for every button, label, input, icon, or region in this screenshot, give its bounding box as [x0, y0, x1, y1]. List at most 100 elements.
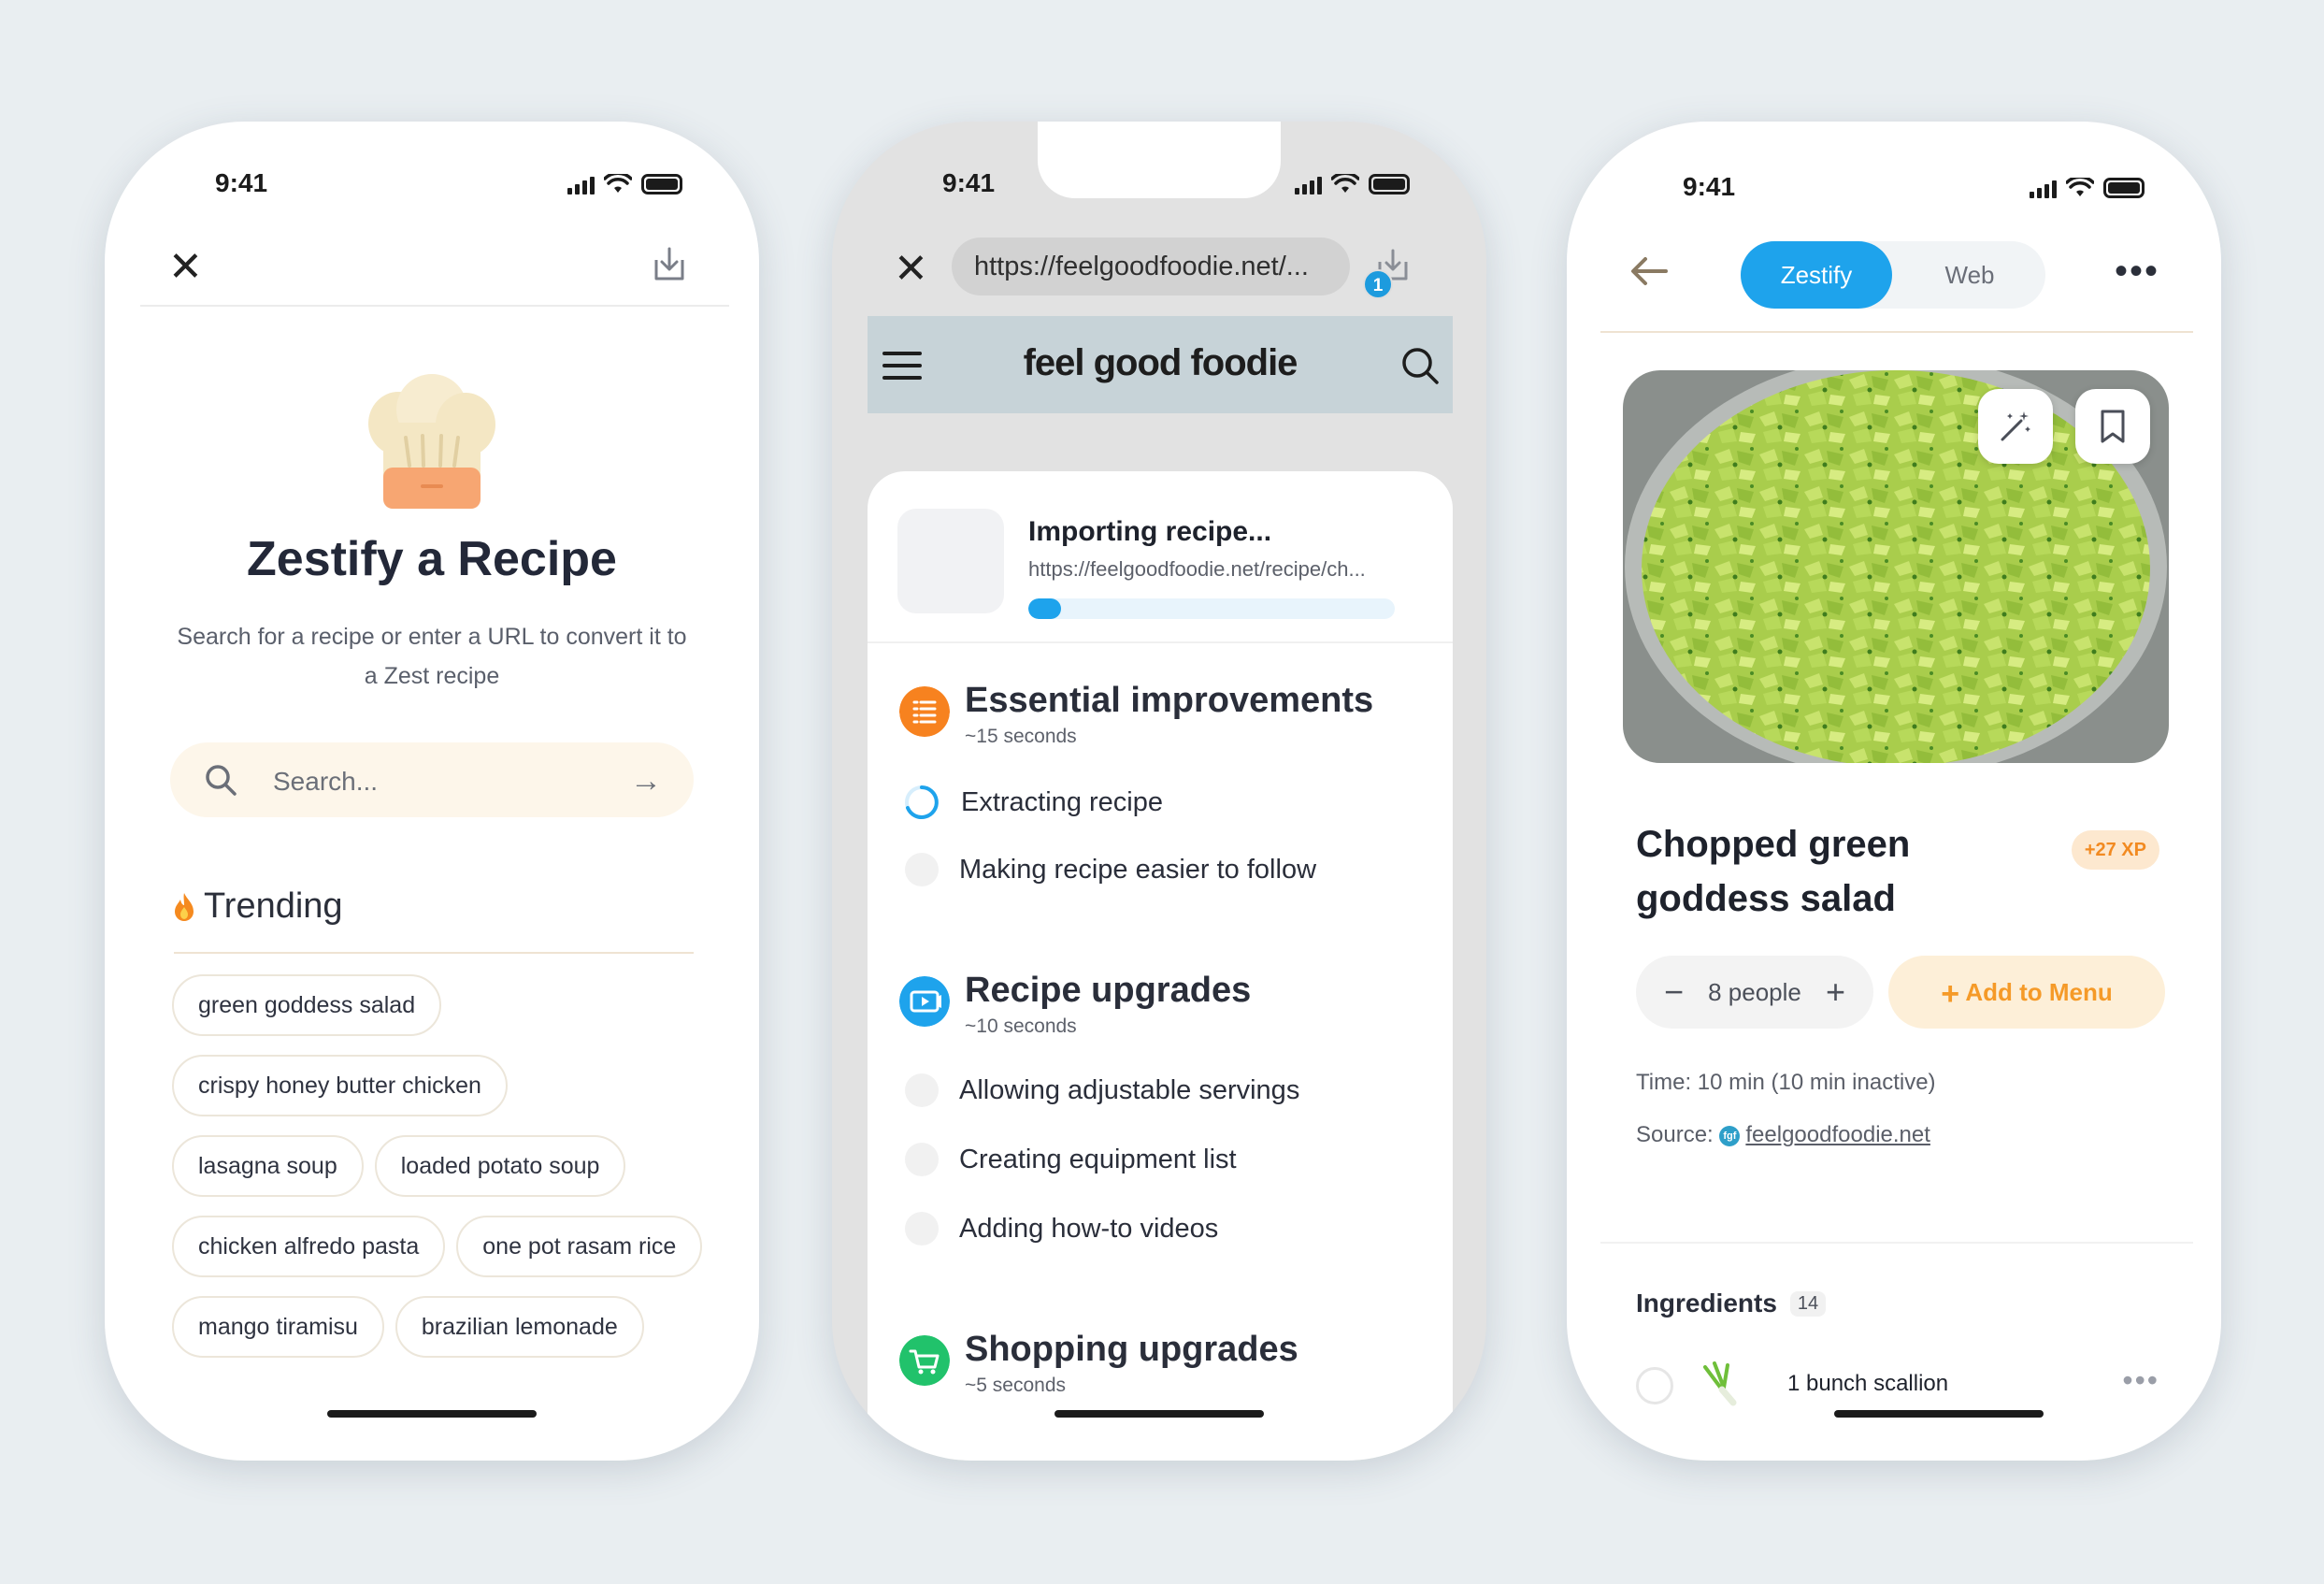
section-title: Shopping upgrades: [965, 1330, 1298, 1369]
page-subtitle: Search for a recipe or enter a URL to co…: [177, 624, 687, 689]
import-progress-fill: [1028, 598, 1062, 619]
bookmark-icon: [2101, 410, 2125, 443]
step-label: Adding how-to videos: [959, 1213, 1219, 1244]
step-item: Allowing adjustable servings: [905, 1073, 1299, 1107]
search-icon[interactable]: [1400, 346, 1440, 385]
search-bar[interactable]: →: [170, 742, 694, 817]
shopping-cart-icon: [899, 1335, 950, 1386]
tab-zestify[interactable]: Zestify: [1741, 241, 1892, 309]
search-input[interactable]: [273, 763, 591, 800]
trending-chip[interactable]: one pot rasam rice: [456, 1216, 703, 1277]
battery-icon: [1369, 174, 1410, 194]
section-time: ~5 seconds: [965, 1375, 1066, 1396]
header-divider: [140, 305, 729, 307]
import-progress-bar: [1028, 598, 1395, 619]
status-time: 9:41: [1683, 172, 1736, 201]
ingredient-row: 1 bunch scallion •••: [1636, 1360, 2159, 1408]
download-icon[interactable]: [651, 243, 688, 284]
tab-web[interactable]: Web: [1894, 241, 2045, 309]
url-bar[interactable]: https://feelgoodfoodie.net/...: [952, 238, 1350, 295]
recipe-thumbnail-placeholder: [897, 509, 1004, 613]
magic-wand-button[interactable]: [1978, 389, 2053, 464]
close-icon[interactable]: ✕: [168, 243, 203, 291]
trending-chip[interactable]: crispy honey butter chicken: [172, 1055, 508, 1116]
recipe-title: Chopped green goddess salad: [1636, 824, 1911, 919]
bookmark-button[interactable]: [2075, 389, 2150, 464]
signal-icon: [1295, 174, 1322, 194]
step-label: Allowing adjustable servings: [959, 1074, 1300, 1105]
ingredients-label: Ingredients: [1636, 1289, 1777, 1318]
servings-value: 8 people: [1708, 977, 1801, 1006]
ingredients-count: 14: [1789, 1290, 1827, 1317]
flame-icon: [175, 892, 194, 921]
pending-dot-icon: [905, 1212, 939, 1246]
trending-chip[interactable]: loaded potato soup: [374, 1135, 626, 1197]
recipe-time: Time: 10 min (10 min inactive): [1636, 1070, 1936, 1095]
step-label: Making recipe easier to follow: [959, 854, 1317, 885]
ingredient-label: 1 bunch scallion: [1787, 1371, 1949, 1396]
trending-chip[interactable]: green goddess salad: [172, 974, 442, 1036]
minus-icon[interactable]: −: [1664, 972, 1684, 1012]
download-count-badge: 1: [1363, 269, 1393, 299]
trending-chip[interactable]: chicken alfredo pasta: [172, 1216, 446, 1277]
section-title: Essential improvements: [965, 681, 1374, 720]
pending-dot-icon: [905, 1073, 939, 1107]
wifi-icon: [604, 174, 632, 193]
status-time: 9:41: [215, 168, 268, 197]
trending-chip[interactable]: lasagna soup: [172, 1135, 364, 1197]
step-item: Adding how-to videos: [905, 1212, 1218, 1246]
list-icon: [899, 686, 950, 737]
servings-stepper: − 8 people +: [1636, 956, 1873, 1029]
home-indicator: [1054, 1410, 1264, 1418]
more-options-icon[interactable]: •••: [2122, 1363, 2159, 1398]
status-time: 9:41: [942, 168, 996, 197]
magic-wand-icon: [2001, 411, 2030, 441]
battery-icon: [2103, 178, 2145, 198]
source-link[interactable]: feelgoodfoodie.net: [1745, 1122, 1930, 1147]
plus-icon[interactable]: +: [1826, 972, 1845, 1012]
status-bar: 9:41: [832, 168, 1486, 215]
sheet-divider: [868, 641, 1453, 643]
more-options-icon[interactable]: •••: [2115, 252, 2159, 290]
status-bar: 9:41: [1567, 172, 2221, 219]
section-title: Recipe upgrades: [965, 971, 1252, 1010]
plus-icon: +: [1941, 976, 1960, 1013]
search-icon: [206, 765, 237, 796]
back-arrow-icon[interactable]: [1628, 254, 1670, 288]
wifi-icon: [1331, 174, 1359, 193]
trending-chip[interactable]: brazilian lemonade: [395, 1296, 644, 1358]
status-bar: 9:41: [105, 168, 759, 215]
recipe-source: Source: fgf feelgoodfoodie.net: [1636, 1122, 1930, 1148]
close-icon[interactable]: ✕: [894, 245, 928, 293]
recipe-photo: [1623, 370, 2169, 763]
website-logo: feel good foodie: [1023, 342, 1298, 383]
trending-chips: green goddess salad crispy honey butter …: [172, 974, 703, 1358]
trending-chip[interactable]: mango tiramisu: [172, 1296, 384, 1358]
arrow-right-icon[interactable]: →: [630, 763, 662, 799]
ingredients-heading: Ingredients 14: [1636, 1289, 1827, 1318]
phone-screen-recipe: 9:41 Zestify Web ••• Chopped green godde…: [1567, 122, 2221, 1461]
step-label: Creating equipment list: [959, 1144, 1237, 1174]
pending-dot-icon: [905, 1143, 939, 1176]
step-item: Creating equipment list: [905, 1143, 1237, 1176]
signal-icon: [567, 174, 595, 194]
section-divider: [1600, 1242, 2193, 1244]
signal-icon: [2030, 178, 2057, 198]
importing-url: https://feelgoodfoodie.net/recipe/ch...: [1028, 557, 1366, 581]
section-time: ~10 seconds: [965, 1015, 1077, 1037]
trending-heading: Trending: [174, 886, 343, 927]
loading-spinner-icon: [905, 785, 939, 819]
step-item: Making recipe easier to follow: [905, 853, 1316, 886]
add-to-menu-button[interactable]: + Add to Menu: [1888, 956, 2165, 1029]
importing-title: Importing recipe...: [1028, 516, 1272, 547]
chef-hat-icon: [368, 374, 495, 509]
step-label: Extracting recipe: [961, 786, 1163, 817]
add-to-menu-label: Add to Menu: [1965, 978, 2113, 1006]
pending-dot-icon: [905, 853, 939, 886]
site-favicon-icon: fgf: [1719, 1125, 1741, 1146]
trending-label: Trending: [204, 886, 343, 926]
ingredient-checkbox[interactable]: [1636, 1367, 1673, 1404]
section-time: ~15 seconds: [965, 726, 1077, 747]
header-divider: [1600, 331, 2193, 333]
video-icon: [899, 976, 950, 1027]
